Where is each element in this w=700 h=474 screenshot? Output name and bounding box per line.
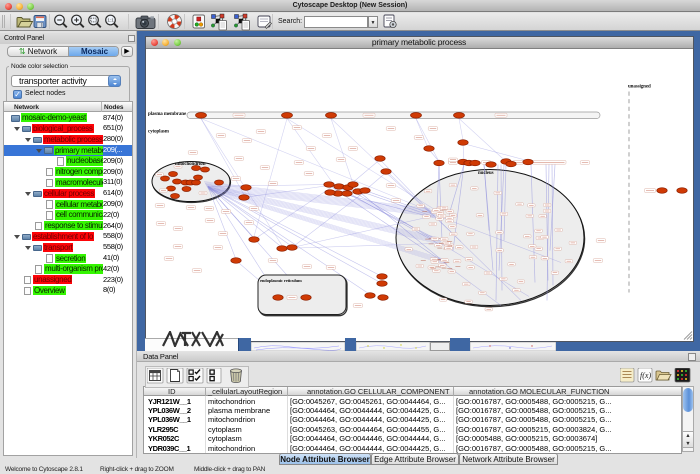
svg-text:nucleus: nucleus [478,171,494,176]
svg-text:endoplasmic reticulum: endoplasmic reticulum [260,278,302,283]
svg-text:cytoplasm: cytoplasm [148,129,170,134]
svg-text:1:1: 1:1 [107,18,114,23]
svg-text:mitochondrion: mitochondrion [175,162,206,167]
svg-text:f(x): f(x) [640,371,651,380]
svg-text:plasma membrane: plasma membrane [148,112,187,117]
svg-text:unassigned: unassigned [628,84,651,89]
